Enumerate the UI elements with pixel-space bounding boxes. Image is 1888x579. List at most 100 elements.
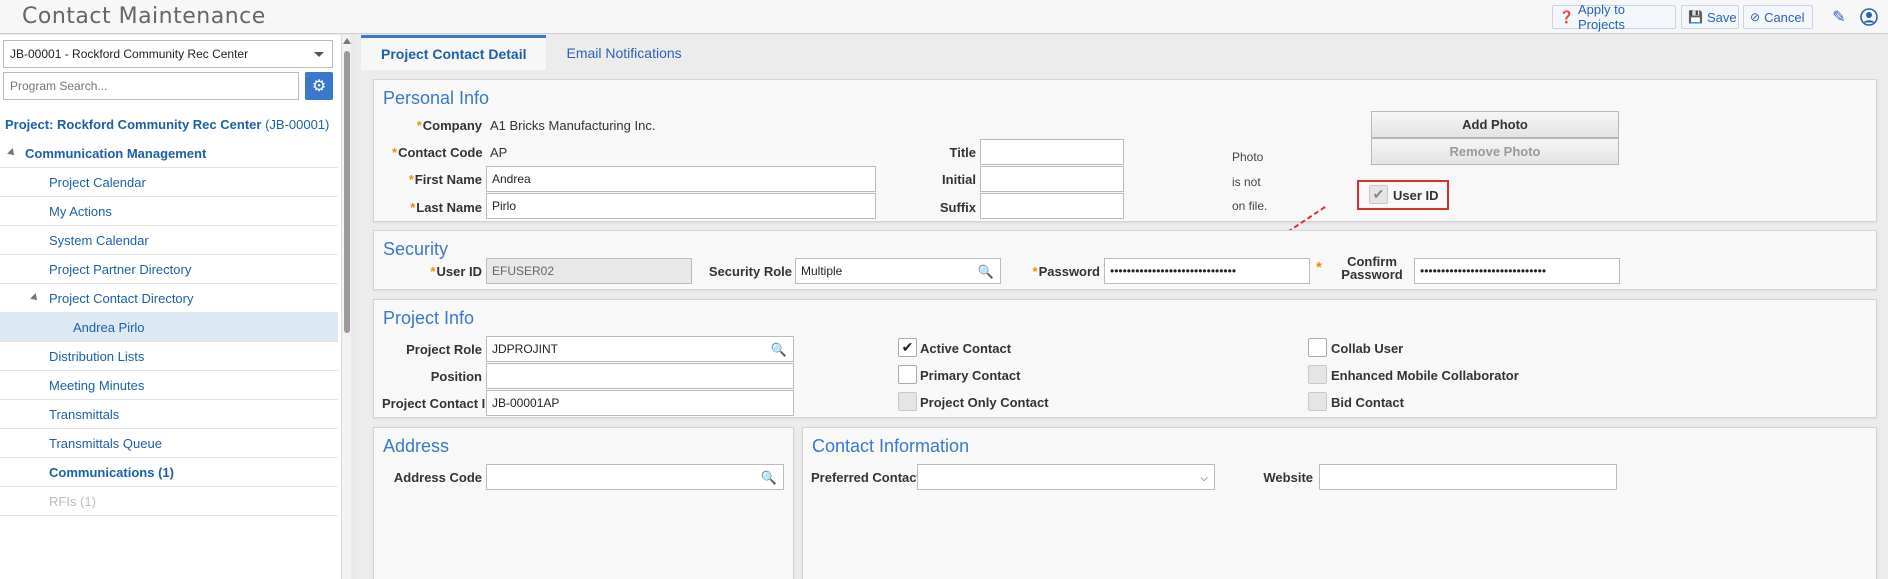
primary-contact-checkbox[interactable] (898, 365, 917, 384)
project-role-label: Project Role (406, 342, 482, 357)
sidebar-item-communication-management[interactable]: Communication Management (0, 139, 338, 168)
suffix-label: Suffix (939, 200, 976, 215)
security-role-label: Security Role (708, 264, 792, 279)
project-heading-id: (JB-00001) (265, 117, 330, 132)
initial-input[interactable] (980, 166, 1124, 192)
page-title: Contact Maintenance (22, 4, 266, 29)
website-input[interactable] (1319, 464, 1617, 490)
tab-email-notifications[interactable]: Email Notifications (546, 35, 701, 70)
program-search-input[interactable] (3, 72, 299, 100)
position-label: Position (430, 369, 482, 384)
project-heading-name: Project: Rockford Community Rec Center (5, 117, 262, 132)
sidebar-item-project-partner-directory[interactable]: Project Partner Directory (0, 255, 338, 284)
scroll-up-arrow-icon[interactable] (343, 38, 351, 44)
project-heading[interactable]: Project: Rockford Community Rec Center (… (5, 117, 329, 135)
user-id-checkbox[interactable]: ✔ (1369, 185, 1388, 204)
expand-triangle-icon (30, 293, 40, 303)
security-user-id-input[interactable]: EFUSER02 (486, 258, 692, 284)
contact-information-title: Contact Information (812, 436, 970, 456)
bid-contact-checkbox[interactable] (1308, 392, 1327, 411)
sidebar-item-communications[interactable]: Communications (1) (0, 458, 338, 487)
gear-icon: ⚙ (311, 78, 327, 95)
add-photo-button[interactable]: Add Photo (1371, 111, 1619, 138)
project-only-contact-checkbox[interactable] (898, 392, 917, 411)
chevron-down-icon (314, 52, 324, 57)
sidebar-item-meeting-minutes[interactable]: Meeting Minutes (0, 371, 338, 400)
contact-code-label: *Contact Code (392, 145, 483, 160)
confirm-password-input[interactable]: •••••••••••••••••••••••••••••• (1414, 258, 1620, 284)
password-input[interactable]: •••••••••••••••••••••••••••••• (1104, 258, 1310, 284)
sidebar-item-my-actions[interactable]: My Actions (0, 197, 338, 226)
enhanced-mobile-collaborator-checkbox[interactable] (1308, 365, 1327, 384)
collab-user-checkbox[interactable] (1308, 338, 1327, 357)
sidebar-item-label: Distribution Lists (49, 348, 145, 364)
sidebar-item-label: Project Calendar (49, 174, 146, 190)
sidebar-item-transmittals-queue[interactable]: Transmittals Queue (0, 429, 338, 458)
primary-contact-label: Primary Contact (920, 368, 1021, 383)
sidebar-item-label: My Actions (49, 203, 112, 219)
project-contact-id-input[interactable]: JB-00001AP (486, 390, 794, 416)
search-icon[interactable]: 🔍 (771, 342, 787, 358)
tab-project-contact-detail[interactable]: Project Contact Detail (361, 35, 547, 70)
sidebar-item-label: Transmittals Queue (49, 435, 162, 451)
security-role-input[interactable]: Multiple 🔍 (795, 258, 1001, 284)
photo-status-line1: Photo (1232, 150, 1264, 164)
search-icon[interactable]: 🔍 (761, 470, 777, 486)
sidebar-item-label: RFIs (1) (49, 493, 96, 509)
sidebar-item-transmittals[interactable]: Transmittals (0, 400, 338, 429)
project-info-title: Project Info (383, 308, 475, 328)
personal-info-panel: Personal Info *Company A1 Bricks Manufac… (373, 79, 1877, 222)
last-name-input[interactable]: Pirlo (486, 193, 876, 219)
preferred-contact-select[interactable]: ⌵ (917, 464, 1215, 490)
company-value: A1 Bricks Manufacturing Inc. (490, 118, 656, 133)
sidebar-item-rfis[interactable]: RFIs (1) (0, 487, 338, 516)
active-contact-checkbox[interactable]: ✔ (898, 338, 917, 357)
sidebar-scrollbar[interactable] (341, 35, 351, 579)
cancel-button[interactable]: ⊘ Cancel (1743, 5, 1813, 29)
project-only-contact-label: Project Only Contact (920, 395, 1049, 410)
first-name-input[interactable]: Andrea (486, 166, 876, 192)
initial-label: Initial (942, 172, 976, 187)
first-name-label: *First Name (408, 172, 482, 187)
suffix-input[interactable] (980, 193, 1124, 219)
cancel-label: Cancel (1764, 9, 1805, 25)
title-label: Title (949, 145, 977, 160)
search-settings-button[interactable]: ⚙ (305, 72, 333, 100)
user-profile-icon[interactable] (1858, 6, 1880, 28)
project-role-value: JDPROJINT (492, 342, 558, 356)
position-input[interactable] (486, 363, 794, 389)
top-bar: Contact Maintenance ❓ Apply to Projects … (0, 0, 1888, 34)
collab-user-label: Collab User (1331, 341, 1404, 356)
sidebar-item-project-calendar[interactable]: Project Calendar (0, 168, 338, 197)
title-input[interactable] (980, 139, 1124, 165)
project-select[interactable]: JB-00001 - Rockford Community Rec Center (3, 40, 333, 68)
remove-photo-button[interactable]: Remove Photo (1371, 138, 1619, 165)
address-code-label: Address Code (393, 470, 482, 485)
project-role-input[interactable]: JDPROJINT 🔍 (486, 336, 794, 362)
sidebar-item-andrea-pirlo[interactable]: Andrea Pirlo (0, 313, 338, 342)
project-info-panel: Project Info Project Role JDPROJINT 🔍 Po… (373, 299, 1877, 418)
search-icon[interactable]: 🔍 (978, 264, 994, 280)
sidebar-item-project-contact-directory[interactable]: Project Contact Directory (0, 284, 338, 313)
active-contact-label: Active Contact (920, 341, 1012, 356)
security-role-value: Multiple (801, 264, 843, 278)
address-code-input[interactable]: 🔍 (486, 464, 784, 490)
contact-code-value: AP (490, 145, 508, 160)
sidebar-item-system-calendar[interactable]: System Calendar (0, 226, 338, 255)
scrollbar-thumb[interactable] (344, 51, 350, 333)
chevron-down-icon: ⌵ (1200, 473, 1208, 484)
project-select-value: JB-00001 - Rockford Community Rec Center (10, 47, 249, 61)
apply-to-projects-button[interactable]: ❓ Apply to Projects (1552, 2, 1676, 32)
security-title: Security (383, 239, 449, 259)
address-title: Address (383, 436, 450, 456)
sidebar-item-label: Meeting Minutes (49, 377, 145, 393)
sidebar-item-distribution-lists[interactable]: Distribution Lists (0, 342, 338, 371)
password-label: *Password (1032, 264, 1100, 279)
save-button[interactable]: 💾 Save (1681, 5, 1739, 29)
sidebar-item-label: Transmittals (49, 406, 120, 422)
save-label: Save (1706, 9, 1737, 25)
photo-status-line2: is not (1232, 175, 1261, 189)
project-contact-id-label: Project Contact ID (382, 396, 495, 411)
edit-icon[interactable]: ✎ (1828, 6, 1850, 28)
sidebar-item-label: Communications (1) (49, 464, 174, 480)
